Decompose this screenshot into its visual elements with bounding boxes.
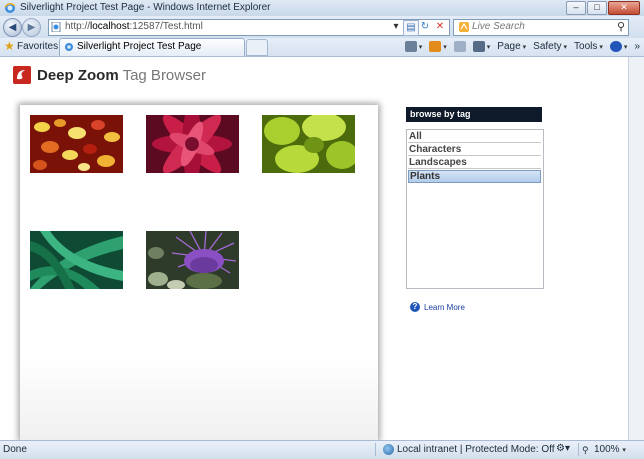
tag-item-all[interactable]: All: [408, 131, 541, 143]
page-viewport: Deep Zoom Tag Browser browse by tag All …: [0, 57, 628, 440]
new-tab-button[interactable]: [246, 39, 268, 56]
learn-more-link[interactable]: ? Learn More: [410, 301, 465, 313]
window-title-bar: Silverlight Project Test Page - Windows …: [0, 0, 644, 17]
tab-silverlight-test-page[interactable]: Silverlight Project Test Page: [59, 38, 245, 56]
favorites-button[interactable]: ★ Favorites: [3, 39, 58, 54]
zoom-icon: ⚲: [582, 445, 589, 455]
thumbnail-red-dahlia[interactable]: [146, 115, 239, 173]
search-icon[interactable]: ⚲: [617, 20, 625, 33]
help-icon: [609, 41, 622, 52]
help-icon: ?: [410, 302, 420, 312]
feeds-button[interactable]: ▾: [429, 41, 447, 52]
back-button[interactable]: ◀: [3, 18, 22, 37]
protected-mode-icon[interactable]: ⚙▾: [556, 443, 570, 454]
compatibility-view-icon[interactable]: ▤: [403, 20, 419, 36]
close-window-button[interactable]: ✕: [608, 1, 640, 15]
learn-more-label: Learn More: [424, 302, 465, 312]
command-bar: ▾ ▾ ▾ Page ▾ Safety ▾ Tools ▾ ▾ »: [404, 39, 640, 54]
mail-button[interactable]: [453, 41, 466, 52]
tab-label: Silverlight Project Test Page: [77, 41, 202, 52]
status-text: Done: [3, 444, 27, 455]
dropdown-arrow-icon[interactable]: ▾: [389, 20, 403, 34]
globe-icon: [383, 444, 394, 455]
thumbnail-autumn-leaves[interactable]: [30, 115, 123, 173]
forward-button[interactable]: ▶: [22, 18, 41, 37]
security-zone[interactable]: Local intranet | Protected Mode: Off: [383, 444, 555, 455]
tag-item-plants[interactable]: Plants: [408, 170, 541, 183]
ie-logo-icon: [4, 3, 16, 13]
page-icon: [65, 43, 73, 51]
help-button[interactable]: ▾: [609, 41, 627, 52]
tools-menu[interactable]: Tools ▾: [574, 41, 603, 52]
toolbar-chevron[interactable]: »: [634, 41, 640, 52]
refresh-button[interactable]: ↻: [418, 20, 432, 34]
print-button[interactable]: ▾: [472, 41, 490, 52]
status-bar: Done Local intranet | Protected Mode: Of…: [0, 440, 644, 459]
tag-list[interactable]: All Characters Landscapes Plants: [406, 129, 544, 289]
page-menu[interactable]: Page ▾: [497, 41, 526, 52]
page-menu-label: Page: [497, 41, 521, 52]
tag-item-landscapes[interactable]: Landscapes: [408, 157, 541, 169]
app-title: Deep Zoom Tag Browser: [37, 67, 206, 84]
favorites-label: Favorites: [17, 41, 59, 52]
zone-label: Local intranet | Protected Mode: Off: [397, 444, 555, 455]
page-scrollbar[interactable]: [628, 57, 644, 440]
thumbnail-green-succulent[interactable]: [262, 115, 355, 173]
window-title: Silverlight Project Test Page - Windows …: [20, 2, 271, 13]
safety-menu[interactable]: Safety ▾: [533, 41, 567, 52]
mail-icon: [453, 41, 466, 52]
minimize-button[interactable]: –: [566, 1, 586, 15]
star-icon: ★: [4, 39, 15, 53]
status-divider: [375, 443, 376, 456]
address-bar[interactable]: http://localhost:12587/Test.html ▾ ▤ ↻ ✕: [48, 19, 450, 36]
search-box[interactable]: Live Search ⚲: [453, 19, 629, 36]
tag-header: browse by tag: [406, 107, 542, 122]
address-url: http://localhost:12587/Test.html: [65, 21, 203, 32]
status-divider: [578, 443, 579, 456]
deep-zoom-logo-icon: [13, 66, 31, 84]
live-search-icon: [459, 22, 469, 32]
page-icon: [51, 22, 61, 32]
thumbnail-green-agave[interactable]: [30, 231, 123, 289]
navigation-bar: ◀ ▶ http://localhost:12587/Test.html ▾ ▤…: [0, 16, 644, 38]
search-placeholder: Live Search: [472, 21, 525, 32]
maximize-button[interactable]: □: [587, 1, 607, 15]
home-icon: [404, 41, 417, 52]
tag-item-characters[interactable]: Characters: [408, 144, 541, 156]
stop-button[interactable]: ✕: [433, 20, 447, 34]
favorites-bar: ★ Favorites Silverlight Project Test Pag…: [0, 38, 644, 57]
safety-menu-label: Safety: [533, 41, 562, 52]
zoom-control[interactable]: ⚲ 100% ▾: [582, 444, 626, 455]
print-icon: [472, 41, 485, 52]
deep-zoom-panel[interactable]: [20, 105, 378, 440]
tools-menu-label: Tools: [574, 41, 598, 52]
thumbnail-purple-artichoke[interactable]: [146, 231, 239, 289]
zoom-label: 100%: [594, 444, 620, 455]
home-button[interactable]: ▾: [404, 41, 422, 52]
feeds-icon: [429, 41, 442, 52]
